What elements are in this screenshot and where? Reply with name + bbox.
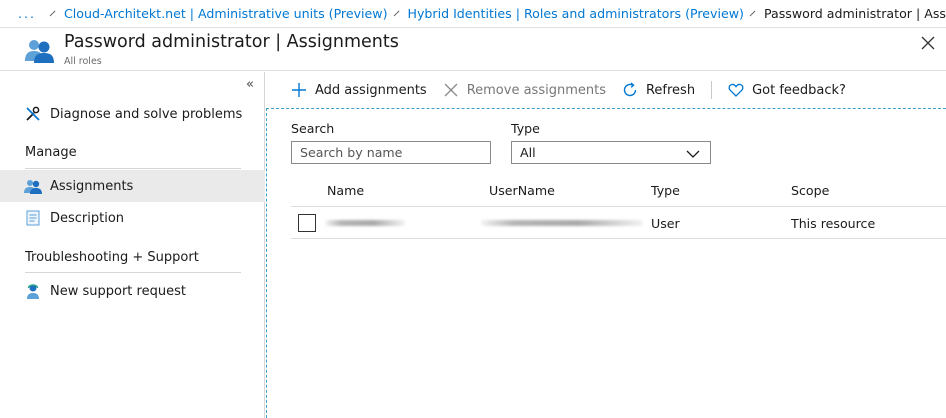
refresh-label: Refresh [645, 82, 696, 98]
sidebar-item-label: Diagnose and solve problems [50, 106, 243, 122]
close-icon [443, 82, 459, 98]
type-label: Type [511, 121, 540, 136]
column-header-username[interactable]: UserName [489, 183, 555, 198]
users-icon [24, 177, 42, 195]
sidebar-item-label: New support request [50, 283, 186, 299]
plus-icon [291, 82, 307, 98]
support-person-icon [24, 282, 42, 300]
heart-icon [728, 82, 744, 98]
breadcrumb-link-administrative-units[interactable]: Cloud-Architekt.net | Administrative uni… [64, 6, 387, 21]
breadcrumb-ellipsis[interactable]: ... [18, 6, 36, 21]
section-divider [25, 272, 241, 273]
main-content: Add assignments Remove assignments Refre… [266, 72, 946, 418]
page-subtitle: All roles [64, 56, 102, 67]
row-scope: This resource [791, 216, 876, 231]
feedback-label: Got feedback? [752, 82, 846, 98]
section-divider [25, 168, 241, 169]
column-header-name[interactable]: Name [327, 183, 364, 198]
row-type: User [651, 216, 680, 231]
type-dropdown[interactable]: All [511, 141, 711, 164]
chevron-right-icon [749, 10, 756, 17]
users-group-icon [24, 37, 54, 63]
document-icon [24, 209, 42, 227]
search-label: Search [291, 121, 335, 136]
sidebar-item-description[interactable]: Description [0, 202, 265, 234]
chevron-right-icon [49, 10, 56, 17]
command-bar: Add assignments Remove assignments Refre… [266, 72, 946, 108]
assignments-table: Name UserName Type Scope User This resou… [291, 175, 946, 239]
feedback-button[interactable]: Got feedback? [728, 82, 846, 98]
row-checkbox[interactable] [298, 214, 316, 232]
sidebar-item-assignments[interactable]: Assignments [0, 170, 265, 202]
type-dropdown-value: All [520, 145, 536, 160]
search-input[interactable] [291, 141, 491, 164]
add-assignments-label: Add assignments [315, 82, 427, 98]
section-header-support: Troubleshooting + Support [25, 250, 199, 265]
column-header-scope[interactable]: Scope [791, 183, 829, 198]
collapse-sidebar-icon[interactable]: « [246, 77, 254, 92]
redacted-username [481, 220, 643, 226]
breadcrumb-current: Password administrator | Assignments [763, 6, 946, 21]
toolbar-divider [711, 81, 713, 99]
page-title: Password administrator | Assignments [64, 32, 399, 52]
remove-assignments-button[interactable]: Remove assignments [443, 82, 606, 98]
table-row[interactable]: User This resource [291, 207, 946, 239]
table-header: Name UserName Type Scope [291, 175, 946, 207]
add-assignments-button[interactable]: Add assignments [291, 82, 427, 98]
section-header-manage: Manage [25, 145, 77, 160]
close-icon[interactable] [918, 33, 938, 53]
wrench-icon [24, 105, 42, 123]
breadcrumb: ... Cloud-Architekt.net | Administrative… [0, 0, 946, 27]
redacted-name [325, 220, 405, 226]
refresh-icon [622, 82, 638, 98]
assignments-panel: Search Type All Name UserName Type Scope [266, 108, 946, 418]
chevron-down-icon [686, 147, 700, 158]
refresh-button[interactable]: Refresh [622, 82, 695, 98]
sidebar-item-label: Description [50, 210, 125, 226]
sidebar-item-new-support-request[interactable]: New support request [0, 275, 265, 307]
remove-assignments-label: Remove assignments [466, 82, 606, 98]
sidebar-item-label: Assignments [50, 178, 134, 194]
sidebar: « Diagnose and solve problems Manage Ass… [0, 72, 265, 418]
column-header-type[interactable]: Type [651, 183, 680, 198]
chevron-right-icon [393, 10, 399, 17]
sidebar-item-diagnose[interactable]: Diagnose and solve problems [0, 98, 265, 130]
breadcrumb-link-roles-and-administrators[interactable]: Hybrid Identities | Roles and administra… [408, 6, 744, 21]
blade-header: Password administrator | Assignments All… [0, 27, 946, 71]
